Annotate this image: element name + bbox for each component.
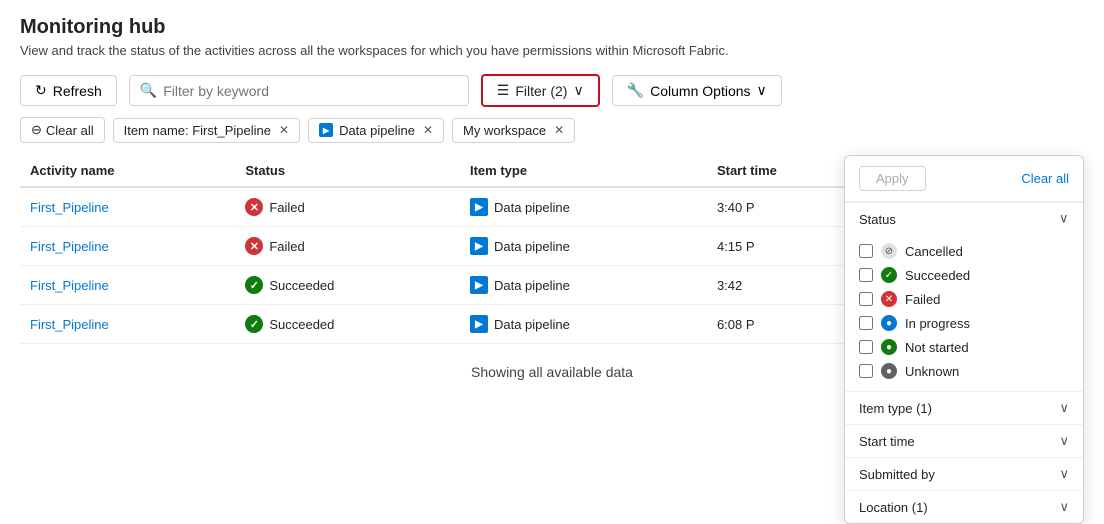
filter-option-unknown[interactable]: ● Unknown <box>859 359 1069 383</box>
notstarted-checkbox[interactable] <box>859 340 873 354</box>
filter-option-notstarted[interactable]: ● Not started <box>859 335 1069 359</box>
chevron-down-icon: ∨ <box>1059 400 1069 416</box>
succeeded-status-icon: ✓ <box>881 267 897 283</box>
pipeline-type-icon: ▶ <box>470 276 488 294</box>
refresh-button[interactable]: ↻ Refresh <box>20 75 117 106</box>
start-time-section[interactable]: Start time ∨ <box>845 424 1083 457</box>
filter-icon: ☰ <box>497 82 510 99</box>
filter-panel-header: Apply Clear all <box>845 156 1083 202</box>
status-section-title: Status <box>859 212 896 227</box>
unknown-checkbox[interactable] <box>859 364 873 378</box>
data-pipeline-icon: ▶ <box>319 123 333 137</box>
close-icon[interactable]: ✕ <box>554 123 564 137</box>
chevron-up-icon: ∧ <box>1059 211 1069 227</box>
location-section[interactable]: Location (1) ∨ <box>845 490 1083 523</box>
search-input[interactable] <box>163 83 458 99</box>
succeeded-icon: ✓ <box>245 315 263 333</box>
failed-checkbox[interactable] <box>859 292 873 306</box>
pipeline-type-icon: ▶ <box>470 198 488 216</box>
filter-tag-pipeline-name[interactable]: Item name: First_Pipeline ✕ <box>113 118 300 143</box>
unknown-status-icon: ● <box>881 363 897 379</box>
col-header-itemtype: Item type <box>460 155 707 187</box>
chevron-down-icon: ∨ <box>1059 466 1069 482</box>
clear-all-label: Clear all <box>46 123 94 138</box>
col-header-activity: Activity name <box>20 155 235 187</box>
status-options: ⊘ Cancelled ✓ Succeeded ✕ Failed ● In pr… <box>845 235 1083 391</box>
refresh-label: Refresh <box>53 83 102 99</box>
filter-tag-workspace[interactable]: My workspace ✕ <box>452 118 575 143</box>
filter-option-cancelled[interactable]: ⊘ Cancelled <box>859 239 1069 263</box>
pipeline-type-icon: ▶ <box>470 237 488 255</box>
close-icon[interactable]: ✕ <box>279 123 289 137</box>
filters-row: ⊖ Clear all Item name: First_Pipeline ✕ … <box>20 117 1084 143</box>
chevron-down-icon: ∨ <box>1059 433 1069 449</box>
cancelled-status-icon: ⊘ <box>881 243 897 259</box>
clear-all-button[interactable]: ⊖ Clear all <box>20 117 105 143</box>
refresh-icon: ↻ <box>35 82 47 99</box>
filter-option-inprogress[interactable]: ● In progress <box>859 311 1069 335</box>
filter-label: Filter (2) <box>515 83 567 99</box>
filter-tag-label: Data pipeline <box>339 123 415 138</box>
col-header-status: Status <box>235 155 460 187</box>
close-icon[interactable]: ✕ <box>423 123 433 137</box>
filter-option-failed[interactable]: ✕ Failed <box>859 287 1069 311</box>
failed-status-icon: ✕ <box>881 291 897 307</box>
apply-button[interactable]: Apply <box>859 166 926 191</box>
cancelled-checkbox[interactable] <box>859 244 873 258</box>
succeeded-icon: ✓ <box>245 276 263 294</box>
clear-all-filter-button[interactable]: Clear all <box>1021 171 1069 186</box>
page-title: Monitoring hub <box>20 16 1084 39</box>
col-options-chevron-icon: ∨ <box>757 82 767 99</box>
activity-name-link[interactable]: First_Pipeline <box>30 278 109 293</box>
item-type-section[interactable]: Item type (1) ∨ <box>845 391 1083 424</box>
activity-name-link[interactable]: First_Pipeline <box>30 200 109 215</box>
filter-tag-label: Item name: First_Pipeline <box>124 123 271 138</box>
page-subtitle: View and track the status of the activit… <box>20 43 1084 58</box>
filter-option-succeeded[interactable]: ✓ Succeeded <box>859 263 1069 287</box>
succeeded-checkbox[interactable] <box>859 268 873 282</box>
wrench-icon: 🔧 <box>627 82 644 99</box>
pipeline-type-icon: ▶ <box>470 315 488 333</box>
filter-tag-data-pipeline[interactable]: ▶ Data pipeline ✕ <box>308 118 444 143</box>
search-icon: 🔍 <box>140 82 157 99</box>
inprogress-checkbox[interactable] <box>859 316 873 330</box>
notstarted-status-icon: ● <box>881 339 897 355</box>
filter-button[interactable]: ☰ Filter (2) ∨ <box>481 74 600 107</box>
col-options-label: Column Options <box>650 83 750 99</box>
filter-chevron-icon: ∨ <box>573 82 583 99</box>
failed-icon: ✕ <box>245 237 263 255</box>
inprogress-status-icon: ● <box>881 315 897 331</box>
chevron-down-icon: ∨ <box>1059 499 1069 515</box>
filter-panel: Apply Clear all Status ∧ ⊘ Cancelled ✓ S… <box>844 155 1084 524</box>
submitted-by-section[interactable]: Submitted by ∨ <box>845 457 1083 490</box>
status-section-header[interactable]: Status ∧ <box>845 202 1083 235</box>
column-options-button[interactable]: 🔧 Column Options ∨ <box>612 75 782 106</box>
activity-name-link[interactable]: First_Pipeline <box>30 317 109 332</box>
search-box: 🔍 <box>129 75 469 106</box>
filter-tag-label: My workspace <box>463 123 546 138</box>
clear-icon: ⊖ <box>31 122 42 138</box>
failed-icon: ✕ <box>245 198 263 216</box>
activity-name-link[interactable]: First_Pipeline <box>30 239 109 254</box>
